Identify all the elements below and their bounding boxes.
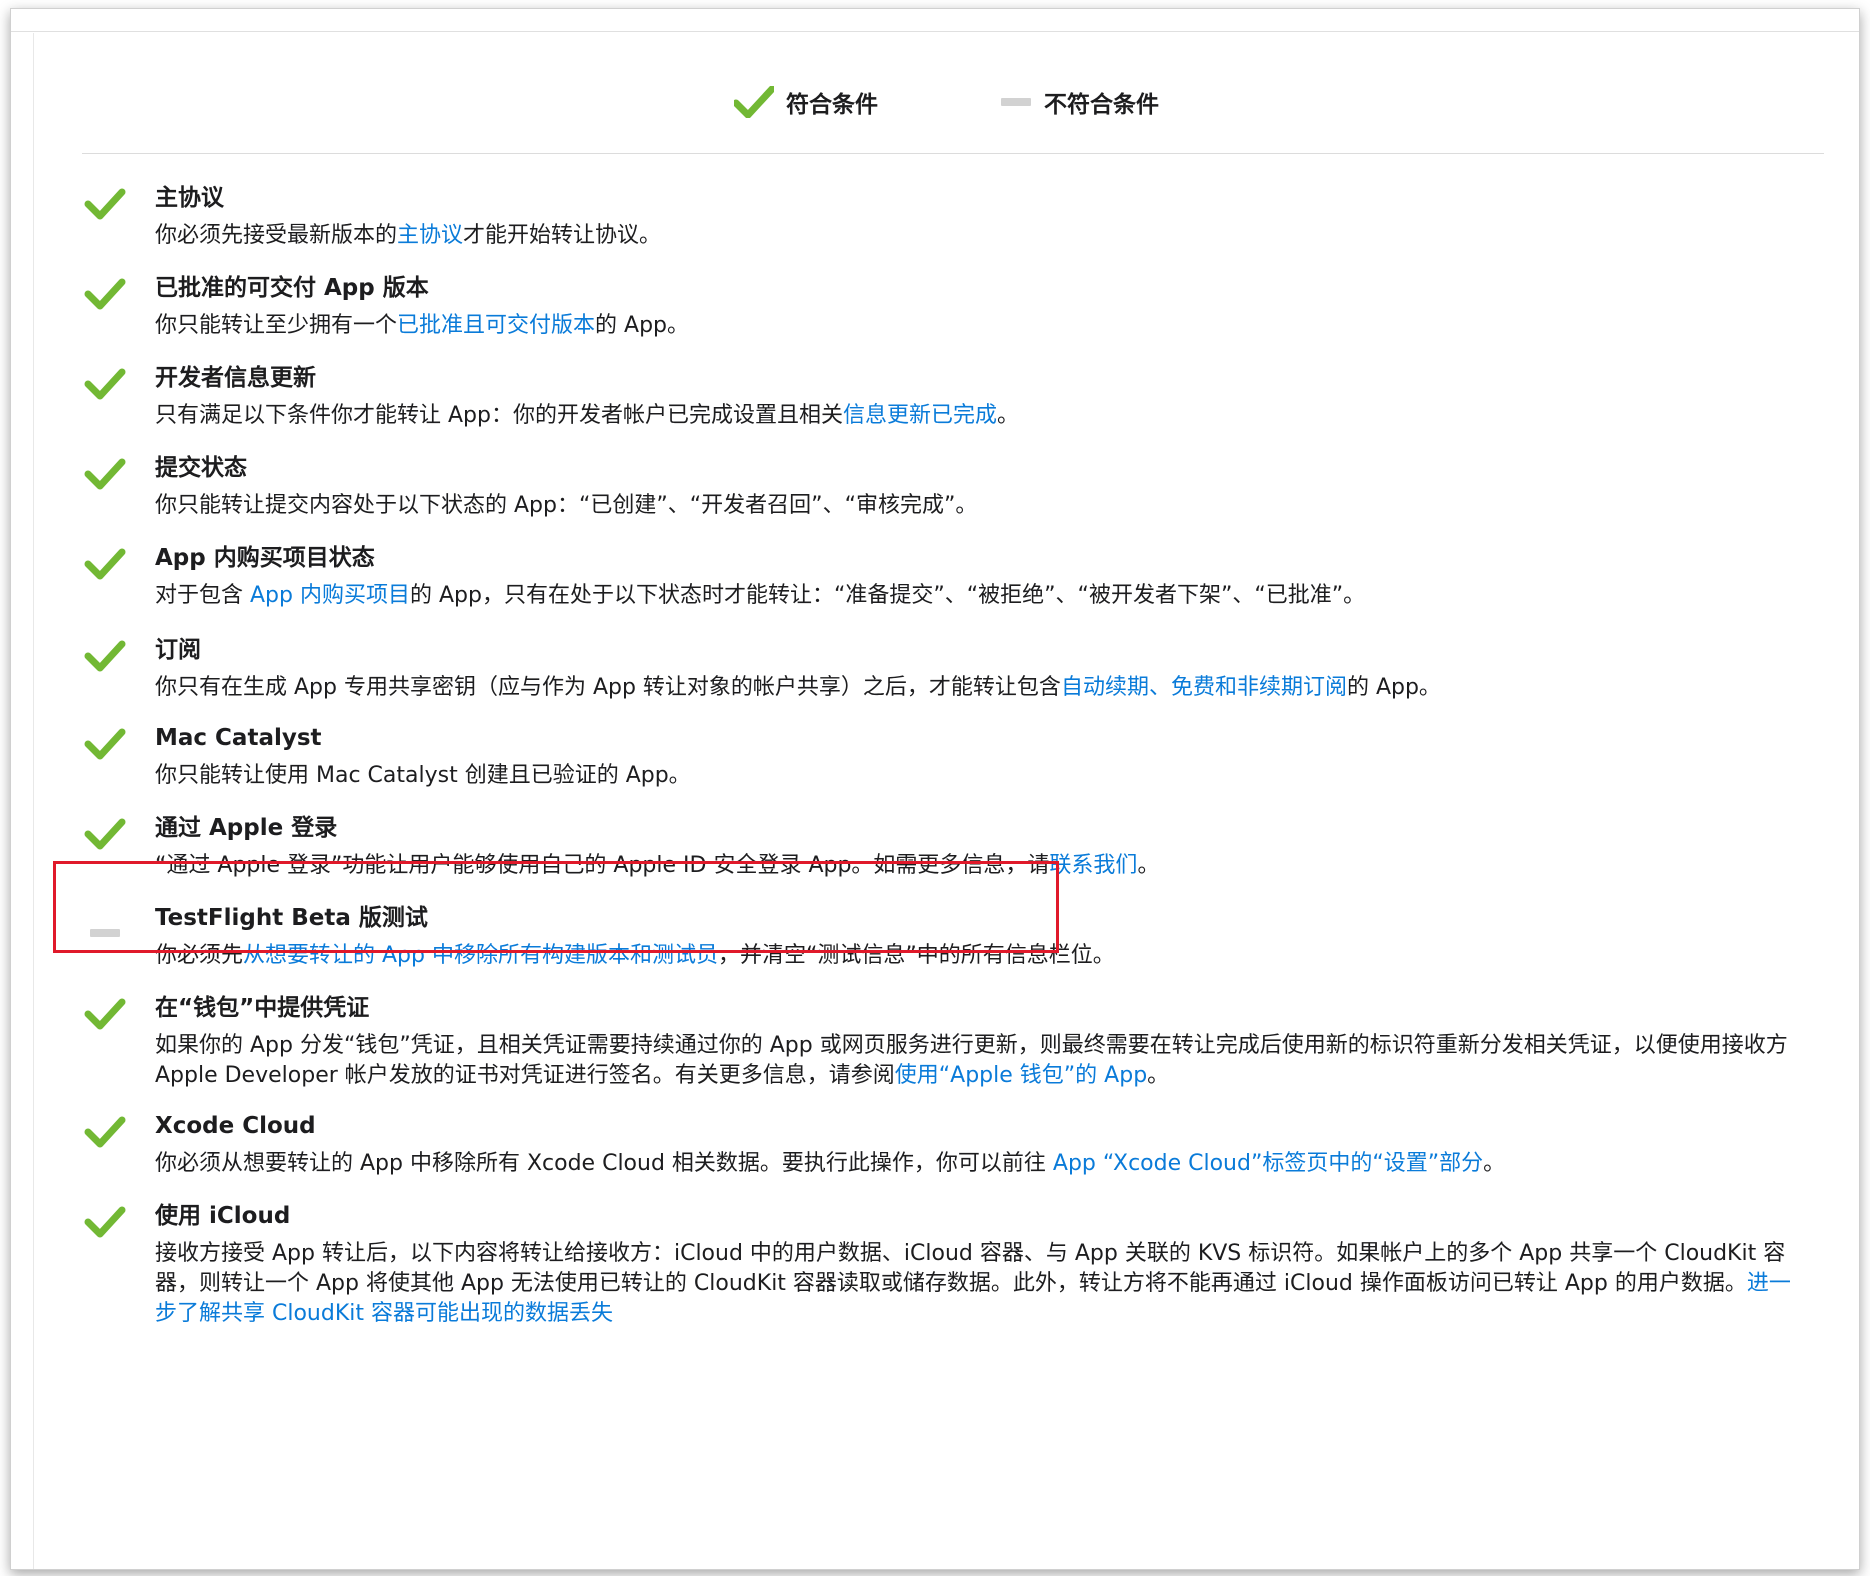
requirement-body: 使用 iCloud 接收方接受 App 转让后，以下内容将转让给接收方：iClou… [155, 1201, 1800, 1329]
requirement-text: 的 App。 [595, 313, 690, 338]
checkmark-icon [84, 725, 134, 769]
requirement-title: 在“钱包”中提供凭证 [155, 995, 370, 1021]
requirement-description: 只有满足以下条件你才能转让 App：你的开发者帐户已完成设置且相关信息更新已完成… [155, 401, 1800, 431]
requirement-title: 通过 Apple 登录 [155, 815, 338, 841]
requirement-link[interactable]: App 内购买项目 [250, 583, 410, 608]
legend-ineligible-label: 不符合条件 [1044, 92, 1159, 118]
requirement-text: 你必须从想要转让的 App 中移除所有 Xcode Cloud 相关数据。要执行… [155, 1151, 1053, 1176]
requirement-text: 只有满足以下条件你才能转让 App：你的开发者帐户已完成设置且相关 [155, 403, 843, 428]
checkmark-icon [84, 545, 134, 589]
checkmark-icon [84, 1113, 134, 1157]
legend: 符合条件 不符合条件 [34, 77, 1859, 127]
requirement-body: Mac Catalyst 你只能转让使用 Mac Catalyst 创建且已验证的… [155, 723, 1800, 791]
requirement-description: 你只有在生成 App 专用共享密钥（应与作为 App 转让对象的帐户共享）之后，… [155, 673, 1800, 703]
requirement-link[interactable]: App “Xcode Cloud”标签页中的“设置”部分 [1053, 1151, 1483, 1176]
requirement-text: 你只能转让提交内容处于以下状态的 App：“已创建”、“开发者召回”、“审核完成… [155, 493, 978, 518]
highlight-box [53, 861, 1059, 953]
checkmark-icon [84, 185, 134, 229]
requirement-text: 的 App。 [1346, 675, 1441, 700]
requirement-title: Xcode Cloud [155, 1113, 316, 1139]
dash-icon [1000, 96, 1032, 108]
requirement-description: 如果你的 App 分发“钱包”凭证，且相关凭证需要持续通过你的 App 或网页服… [155, 1031, 1800, 1091]
requirement-link[interactable]: 已批准且可交付版本 [397, 313, 595, 338]
requirement-title: Mac Catalyst [155, 725, 322, 751]
legend-ineligible: 不符合条件 [1000, 77, 1159, 127]
requirement-title: 已批准的可交付 App 版本 [155, 275, 429, 301]
requirement-text: 你只能转让至少拥有一个 [155, 313, 398, 338]
requirement-body: 已批准的可交付 App 版本 你只能转让至少拥有一个已批准且可交付版本的 App。 [155, 273, 1800, 341]
checkmark-icon [84, 815, 134, 859]
requirement-title: 开发者信息更新 [155, 365, 316, 391]
clipped-header-strip [11, 9, 1859, 32]
requirement-body: 提交状态你只能转让提交内容处于以下状态的 App：“已创建”、“开发者召回”、“… [155, 453, 1800, 521]
requirement-description: 对于包含 App 内购买项目的 App，只有在处于以下状态时才能转让：“准备提交… [155, 581, 1800, 611]
requirement-link[interactable]: 自动续期、免费和非续期订阅 [1061, 675, 1347, 700]
requirement-body: App 内购买项目状态 对于包含 App 内购买项目的 App，只有在处于以下状态… [155, 543, 1800, 611]
requirement-link[interactable]: 信息更新已完成 [843, 403, 997, 428]
requirement-text: 接收方接受 App 转让后，以下内容将转让给接收方：iCloud 中的用户数据、… [155, 1241, 1786, 1296]
checkmark-icon [84, 1203, 134, 1247]
requirement-text: 你只有在生成 App 专用共享密钥（应与作为 App 转让对象的帐户共享）之后，… [155, 675, 1061, 700]
divider [82, 153, 1824, 154]
checkmark-icon [84, 637, 134, 681]
transfer-criteria-panel: 符合条件 不符合条件 主协议 你必须先接受最新版本的主协议才能开始转让协议。 已批准… [33, 33, 1859, 1569]
legend-eligible: 符合条件 [734, 77, 878, 127]
requirement-text: 。 [1147, 1063, 1170, 1088]
checkmark-icon [84, 275, 134, 319]
requirement-title: App 内购买项目状态 [155, 545, 375, 571]
requirement-body: Xcode Cloud 你必须从想要转让的 App 中移除所有 Xcode Clo… [155, 1111, 1800, 1179]
checkmark-icon [84, 455, 134, 499]
requirement-description: 接收方接受 App 转让后，以下内容将转让给接收方：iCloud 中的用户数据、… [155, 1239, 1800, 1329]
requirement-link[interactable]: 联系我们 [1049, 853, 1137, 878]
requirement-text: 你必须先接受最新版本的 [155, 223, 398, 248]
requirement-body: 主协议 你必须先接受最新版本的主协议才能开始转让协议。 [155, 183, 1800, 251]
requirement-description: 你必须从想要转让的 App 中移除所有 Xcode Cloud 相关数据。要执行… [155, 1149, 1800, 1179]
requirement-title: 主协议 [155, 185, 224, 211]
requirement-title: 订阅 [155, 637, 201, 663]
requirement-link[interactable]: 主协议 [397, 223, 463, 248]
requirement-link[interactable]: 使用“Apple 钱包”的 App [895, 1063, 1147, 1088]
requirement-description: 你只能转让提交内容处于以下状态的 App：“已创建”、“开发者召回”、“审核完成… [155, 491, 1800, 521]
requirement-body: 订阅你只有在生成 App 专用共享密钥（应与作为 App 转让对象的帐户共享）之… [155, 635, 1800, 703]
requirement-title: 使用 iCloud [155, 1203, 291, 1229]
checkmark-icon [84, 995, 134, 1039]
requirement-description: 你只能转让使用 Mac Catalyst 创建且已验证的 App。 [155, 761, 1800, 791]
requirement-body: 在“钱包”中提供凭证如果你的 App 分发“钱包”凭证，且相关凭证需要持续通过你… [155, 993, 1800, 1091]
requirement-title: 提交状态 [155, 455, 247, 481]
legend-eligible-label: 符合条件 [786, 92, 878, 118]
screenshot-frame: 符合条件 不符合条件 主协议 你必须先接受最新版本的主协议才能开始转让协议。 已批准… [10, 8, 1860, 1570]
checkmark-icon [734, 86, 774, 118]
requirement-description: 你只能转让至少拥有一个已批准且可交付版本的 App。 [155, 311, 1800, 341]
requirement-description: 你必须先接受最新版本的主协议才能开始转让协议。 [155, 221, 1800, 251]
requirement-text: 你只能转让使用 Mac Catalyst 创建且已验证的 App。 [155, 763, 691, 788]
requirement-text: 。 [1483, 1151, 1506, 1176]
requirement-text: 。 [997, 403, 1020, 428]
requirement-text: 的 App，只有在处于以下状态时才能转让：“准备提交”、“被拒绝”、“被开发者下… [409, 583, 1366, 608]
checkmark-icon [84, 365, 134, 409]
requirement-text: 才能开始转让协议。 [463, 223, 662, 248]
requirement-text: 对于包含 [155, 583, 250, 608]
requirement-body: 开发者信息更新只有满足以下条件你才能转让 App：你的开发者帐户已完成设置且相关… [155, 363, 1800, 431]
requirement-text: 。 [1137, 853, 1160, 878]
